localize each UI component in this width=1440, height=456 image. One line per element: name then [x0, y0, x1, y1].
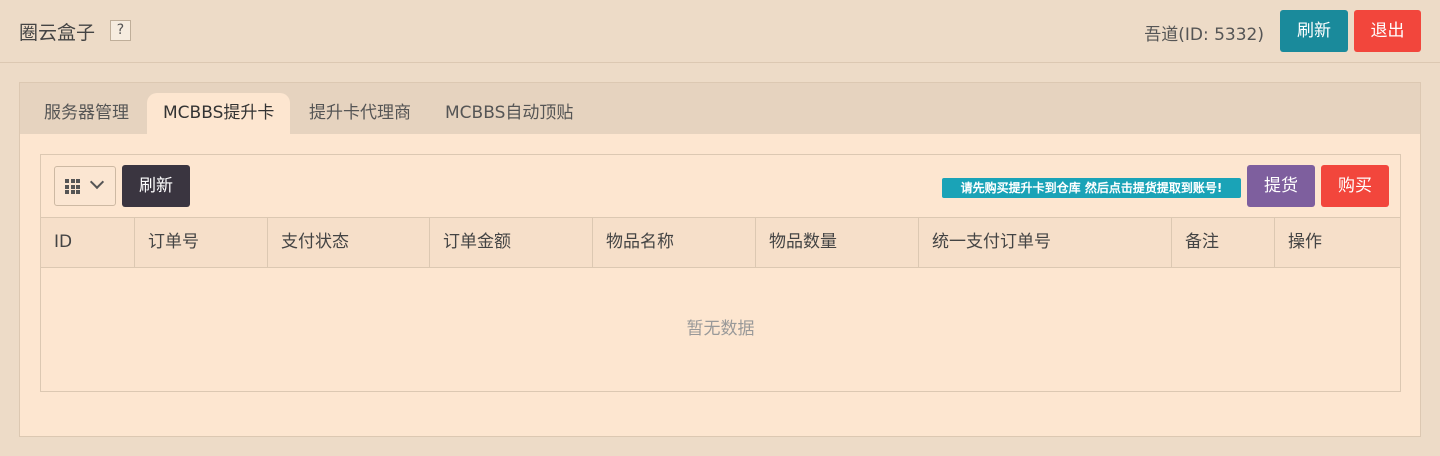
column-header-amount[interactable]: 订单金额: [430, 218, 593, 267]
active-tab-indicator: [151, 134, 297, 136]
table-container: 刷新 请先购买提升卡到仓库 然后点击提货提取到账号! 提货 购买 ID 订单号 …: [40, 154, 1401, 392]
main-panel: 服务器管理 MCBBS提升卡 提升卡代理商 MCBBS自动顶贴 刷新 请先购买提…: [19, 82, 1421, 437]
column-header-remark[interactable]: 备注: [1172, 218, 1275, 267]
buy-button[interactable]: 购买: [1321, 165, 1389, 207]
help-button[interactable]: ?: [110, 20, 131, 41]
tab-boost-card-agent[interactable]: 提升卡代理商: [293, 93, 427, 134]
tab-label: MCBBS提升卡: [163, 103, 275, 123]
table-header: ID 订单号 支付状态 订单金额 物品名称 物品数量 统一支付订单号 备注 操作: [41, 217, 1400, 268]
logout-button[interactable]: 退出: [1354, 10, 1421, 52]
column-header-id[interactable]: ID: [41, 218, 135, 267]
tab-mcbbs-boost-card[interactable]: MCBBS提升卡: [147, 93, 297, 136]
column-header-order-no[interactable]: 订单号: [135, 218, 268, 267]
app-title: 圈云盒子: [19, 22, 96, 44]
refresh-button[interactable]: 刷新: [1280, 10, 1348, 52]
grid-icon: [65, 179, 80, 194]
empty-state: 暂无数据: [686, 319, 755, 339]
column-header-pay-status[interactable]: 支付状态: [268, 218, 430, 267]
column-header-item-name[interactable]: 物品名称: [593, 218, 756, 267]
tab-server-management[interactable]: 服务器管理: [28, 93, 145, 134]
column-header-item-qty[interactable]: 物品数量: [756, 218, 919, 267]
column-header-unified-order-no[interactable]: 统一支付订单号: [919, 218, 1172, 267]
tab-bar: 服务器管理 MCBBS提升卡 提升卡代理商 MCBBS自动顶贴: [20, 83, 1420, 136]
column-view-dropdown[interactable]: [54, 166, 116, 206]
tab-mcbbs-auto-bump[interactable]: MCBBS自动顶贴: [429, 93, 589, 134]
chevron-down-icon: [89, 174, 105, 190]
notice-badge: 请先购买提升卡到仓库 然后点击提货提取到账号!: [942, 178, 1241, 198]
user-label: 吾道(ID: 5332): [1144, 25, 1264, 45]
top-bar: 圈云盒子 ? 吾道(ID: 5332) 刷新 退出: [0, 0, 1440, 63]
column-header-actions[interactable]: 操作: [1275, 218, 1400, 267]
table-refresh-button[interactable]: 刷新: [122, 165, 190, 207]
table-toolbar: 刷新 请先购买提升卡到仓库 然后点击提货提取到账号! 提货 购买: [41, 155, 1400, 217]
pickup-button[interactable]: 提货: [1247, 165, 1315, 207]
